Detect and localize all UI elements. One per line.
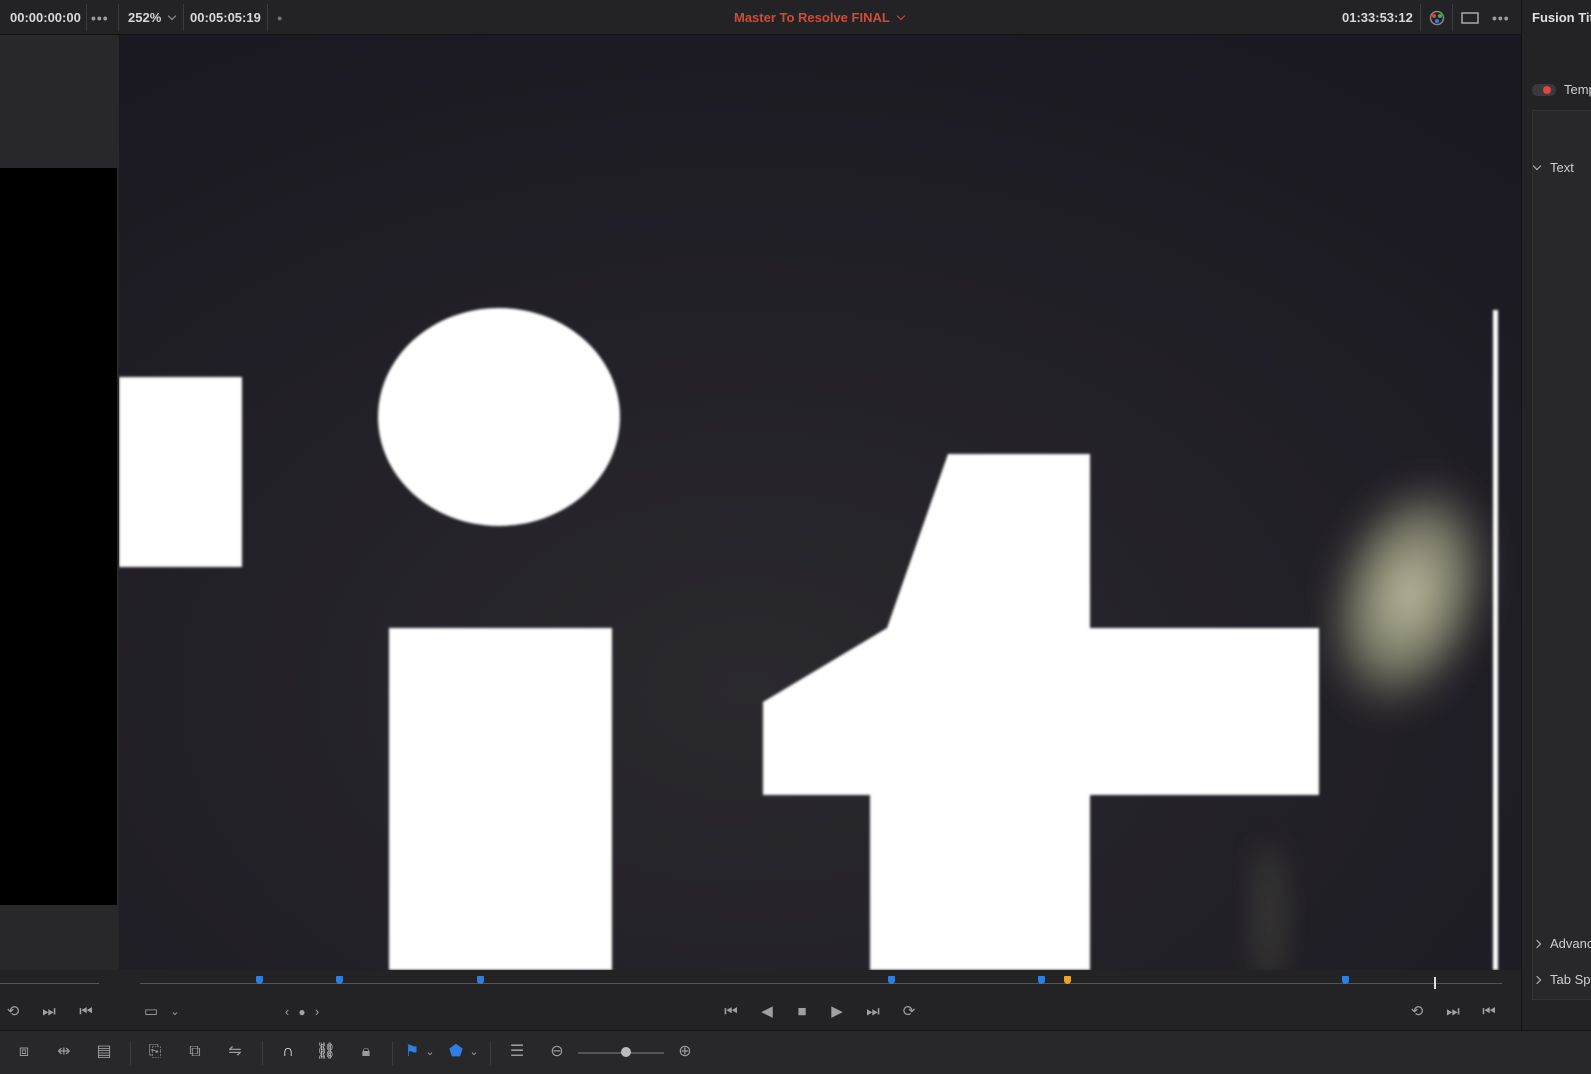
play-icon[interactable]: ▶: [826, 1004, 848, 1020]
divider: [392, 1041, 393, 1065]
source-viewer-panel: [0, 35, 119, 970]
color-viewer-icon[interactable]: [1428, 0, 1446, 35]
jump-to-end-icon[interactable]: ⏭: [862, 1004, 884, 1020]
divider: [86, 4, 87, 31]
section-label: Text: [1550, 160, 1574, 175]
chevron-down-icon: [896, 11, 906, 20]
viewer-frame: [119, 35, 1521, 970]
inspector-content: [1532, 110, 1591, 1000]
timeline-marker[interactable]: [1064, 976, 1071, 984]
timeline-scrubber[interactable]: [140, 983, 1502, 984]
timeline-marker[interactable]: [336, 976, 343, 984]
chevron-down-icon[interactable]: ⌄: [418, 1043, 442, 1061]
timeline-view-options-icon[interactable]: ☰: [505, 1043, 529, 1061]
section-label: Tab Spacing: [1550, 972, 1591, 987]
play-reverse-icon[interactable]: ◀: [756, 1004, 778, 1020]
timeline-toolbar: ⧈ ⇹ ▤ ⎘ ⧉ ⇋ ∩ ⛓ 🔒︎ ⚑ ⌄ ⬟ ⌄ ☰ ⊖ ⊕: [0, 1030, 1591, 1074]
chevron-down-icon: [168, 11, 177, 20]
timeline-marker[interactable]: [477, 976, 484, 984]
source-timecode[interactable]: 00:00:00:00: [10, 0, 81, 35]
zoom-in-icon[interactable]: ⊕: [673, 1043, 697, 1061]
stop-icon[interactable]: ■: [791, 1004, 813, 1020]
divider: [490, 1041, 491, 1065]
viewer-layout-icon[interactable]: [1461, 0, 1479, 35]
source-viewer-frame: [0, 168, 117, 905]
viewer-options-button[interactable]: •••: [1492, 0, 1510, 35]
inspector-title: Fusion Titles: [1532, 10, 1591, 25]
zoom-dropdown[interactable]: 252%: [128, 0, 177, 35]
jump-to-end-icon[interactable]: ⏭: [38, 1004, 60, 1020]
loop-icon[interactable]: ⟲: [2, 1004, 24, 1020]
snapping-icon[interactable]: ∩: [276, 1043, 300, 1061]
overwrite-clip-icon[interactable]: ⧉: [183, 1043, 207, 1061]
inspector-panel: Fusion Titles Template Text Advanced Con…: [1521, 0, 1591, 1030]
section-label: Advanced Controls: [1550, 936, 1591, 951]
zoom-slider-handle[interactable]: [621, 1047, 631, 1057]
replace-clip-icon[interactable]: ⇋: [223, 1043, 247, 1061]
timeline-marker[interactable]: [256, 976, 263, 984]
dynamic-trim-icon[interactable]: ⇹: [52, 1043, 76, 1061]
insert-clip-icon[interactable]: ⎘: [143, 1043, 167, 1061]
divider: [183, 4, 184, 31]
transform-overlay-icon[interactable]: ▭: [140, 1004, 162, 1020]
options-menu-button[interactable]: •••: [91, 0, 109, 35]
timeline-selector[interactable]: Master To Resolve FINAL: [734, 0, 906, 35]
divider: [130, 1041, 131, 1065]
jump-to-start-icon[interactable]: ⏮: [75, 1004, 97, 1020]
section-tab-spacing-header[interactable]: Tab Spacing: [1532, 972, 1591, 987]
playhead[interactable]: [1434, 977, 1436, 989]
position-lock-icon[interactable]: 🔒︎: [354, 1043, 378, 1061]
timeline-viewer[interactable]: [119, 35, 1521, 970]
timeline-marker[interactable]: [888, 976, 895, 984]
jump-to-start-icon[interactable]: ⏮: [720, 1004, 742, 1020]
divider: [118, 4, 119, 31]
timeline-name: Master To Resolve FINAL: [734, 10, 890, 25]
timeline-marker[interactable]: [1342, 976, 1349, 984]
chevron-down-icon: [1532, 161, 1542, 170]
record-timecode[interactable]: 01:33:53:12: [1342, 0, 1413, 35]
status-dot-icon: ●: [277, 12, 283, 23]
timeline-marker[interactable]: [1038, 976, 1045, 984]
blade-edit-icon[interactable]: ▤: [92, 1043, 116, 1061]
divider: [267, 4, 268, 31]
chevron-right-icon: [1532, 939, 1542, 948]
jump-to-start-icon[interactable]: ⏮: [1478, 1004, 1500, 1020]
linked-selection-icon[interactable]: ⛓: [314, 1043, 338, 1061]
divider: [262, 1041, 263, 1065]
loop-icon[interactable]: ⟳: [898, 1004, 920, 1020]
transport-bar: ⟲ ⏭ ⏮ ▭ ⌄ ‹ ● › ⏮ ◀ ■ ▶ ⏭ ⟳ ⟲ ⏭ ⏮: [0, 970, 1521, 1030]
chevron-down-icon[interactable]: ⌄: [164, 1004, 186, 1020]
toggle-icon: [1532, 83, 1556, 96]
template-toggle[interactable]: Template: [1532, 82, 1591, 97]
duration-timecode[interactable]: 00:05:05:19: [190, 0, 261, 35]
section-text-header[interactable]: Text: [1532, 160, 1574, 175]
jump-to-end-icon[interactable]: ⏭: [1442, 1004, 1464, 1020]
chevron-down-icon[interactable]: ⌄: [462, 1043, 486, 1061]
zoom-value: 252%: [128, 10, 162, 25]
source-scrubber[interactable]: [0, 983, 99, 984]
divider: [1420, 4, 1421, 31]
trim-edit-mode-icon[interactable]: ⧈: [12, 1043, 36, 1061]
chevron-right-icon: [1532, 975, 1542, 984]
template-label: Template: [1564, 82, 1591, 97]
section-advanced-header[interactable]: Advanced Controls: [1532, 936, 1591, 951]
next-clip-icon[interactable]: ›: [306, 1004, 328, 1020]
loop-icon[interactable]: ⟲: [1406, 1004, 1428, 1020]
zoom-out-icon[interactable]: ⊖: [545, 1043, 569, 1061]
divider: [1452, 4, 1453, 31]
viewer-header: 00:00:00:00 ••• 252% 00:05:05:19 ● Maste…: [0, 0, 1591, 35]
